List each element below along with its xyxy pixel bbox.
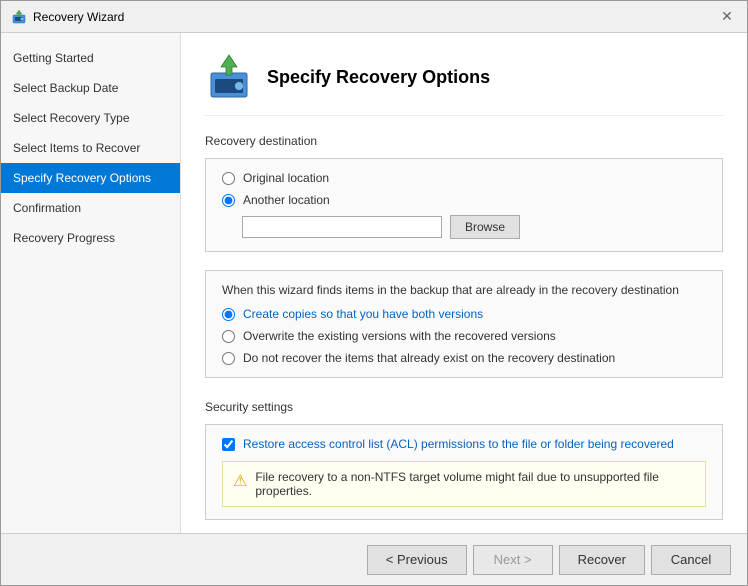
cancel-button[interactable]: Cancel xyxy=(651,545,731,575)
recovery-destination-section: Recovery destination Original location A… xyxy=(205,134,723,252)
close-button[interactable]: ✕ xyxy=(717,7,737,27)
original-location-option[interactable]: Original location xyxy=(222,171,706,185)
acl-checkbox[interactable] xyxy=(222,438,235,451)
overwrite-radio[interactable] xyxy=(222,330,235,343)
browse-button[interactable]: Browse xyxy=(450,215,520,239)
another-location-radio[interactable] xyxy=(222,194,235,207)
security-box: Restore access control list (ACL) permis… xyxy=(205,424,723,520)
create-copies-option[interactable]: Create copies so that you have both vers… xyxy=(222,307,706,321)
sidebar-item-specify-recovery-options[interactable]: Specify Recovery Options xyxy=(1,163,180,193)
header-wizard-icon xyxy=(205,53,253,101)
create-copies-radio[interactable] xyxy=(222,308,235,321)
main-panel: Specify Recovery Options Recovery destin… xyxy=(181,33,747,533)
do-not-recover-radio[interactable] xyxy=(222,352,235,365)
security-title: Security settings xyxy=(205,400,723,414)
wizard-icon xyxy=(11,9,27,25)
content-area: Getting Started Select Backup Date Selec… xyxy=(1,33,747,533)
acl-checkbox-option[interactable]: Restore access control list (ACL) permis… xyxy=(222,437,706,451)
conflict-section: When this wizard finds items in the back… xyxy=(205,270,723,378)
recover-button[interactable]: Recover xyxy=(559,545,645,575)
original-location-radio[interactable] xyxy=(222,172,235,185)
sidebar-item-getting-started[interactable]: Getting Started xyxy=(1,43,180,73)
warning-icon: ⚠ xyxy=(233,471,247,491)
recovery-destination-box: Original location Another location Brows… xyxy=(205,158,723,252)
location-row: Browse xyxy=(242,215,706,239)
title-bar: Recovery Wizard ✕ xyxy=(1,1,747,33)
do-not-recover-option[interactable]: Do not recover the items that already ex… xyxy=(222,351,706,365)
security-section: Security settings Restore access control… xyxy=(205,400,723,520)
conflict-box: When this wizard finds items in the back… xyxy=(205,270,723,378)
previous-button[interactable]: < Previous xyxy=(367,545,467,575)
next-button[interactable]: Next > xyxy=(473,545,553,575)
sidebar-item-select-items-to-recover[interactable]: Select Items to Recover xyxy=(1,133,180,163)
warning-box: ⚠ File recovery to a non-NTFS target vol… xyxy=(222,461,706,507)
conflict-title: When this wizard finds items in the back… xyxy=(222,283,706,297)
recovery-wizard-window: Recovery Wizard ✕ Getting Started Select… xyxy=(0,0,748,586)
sidebar-item-select-backup-date[interactable]: Select Backup Date xyxy=(1,73,180,103)
window-title: Recovery Wizard xyxy=(33,10,717,24)
sidebar-item-recovery-progress[interactable]: Recovery Progress xyxy=(1,223,180,253)
sidebar-item-confirmation[interactable]: Confirmation xyxy=(1,193,180,223)
page-title: Specify Recovery Options xyxy=(267,67,490,88)
sidebar-item-select-recovery-type[interactable]: Select Recovery Type xyxy=(1,103,180,133)
another-location-option[interactable]: Another location xyxy=(222,193,706,207)
recovery-destination-title: Recovery destination xyxy=(205,134,723,148)
warning-text: File recovery to a non-NTFS target volum… xyxy=(255,470,695,498)
location-input[interactable] xyxy=(242,216,442,238)
header-area: Specify Recovery Options xyxy=(205,53,723,116)
sidebar: Getting Started Select Backup Date Selec… xyxy=(1,33,181,533)
overwrite-option[interactable]: Overwrite the existing versions with the… xyxy=(222,329,706,343)
footer: < Previous Next > Recover Cancel xyxy=(1,533,747,585)
